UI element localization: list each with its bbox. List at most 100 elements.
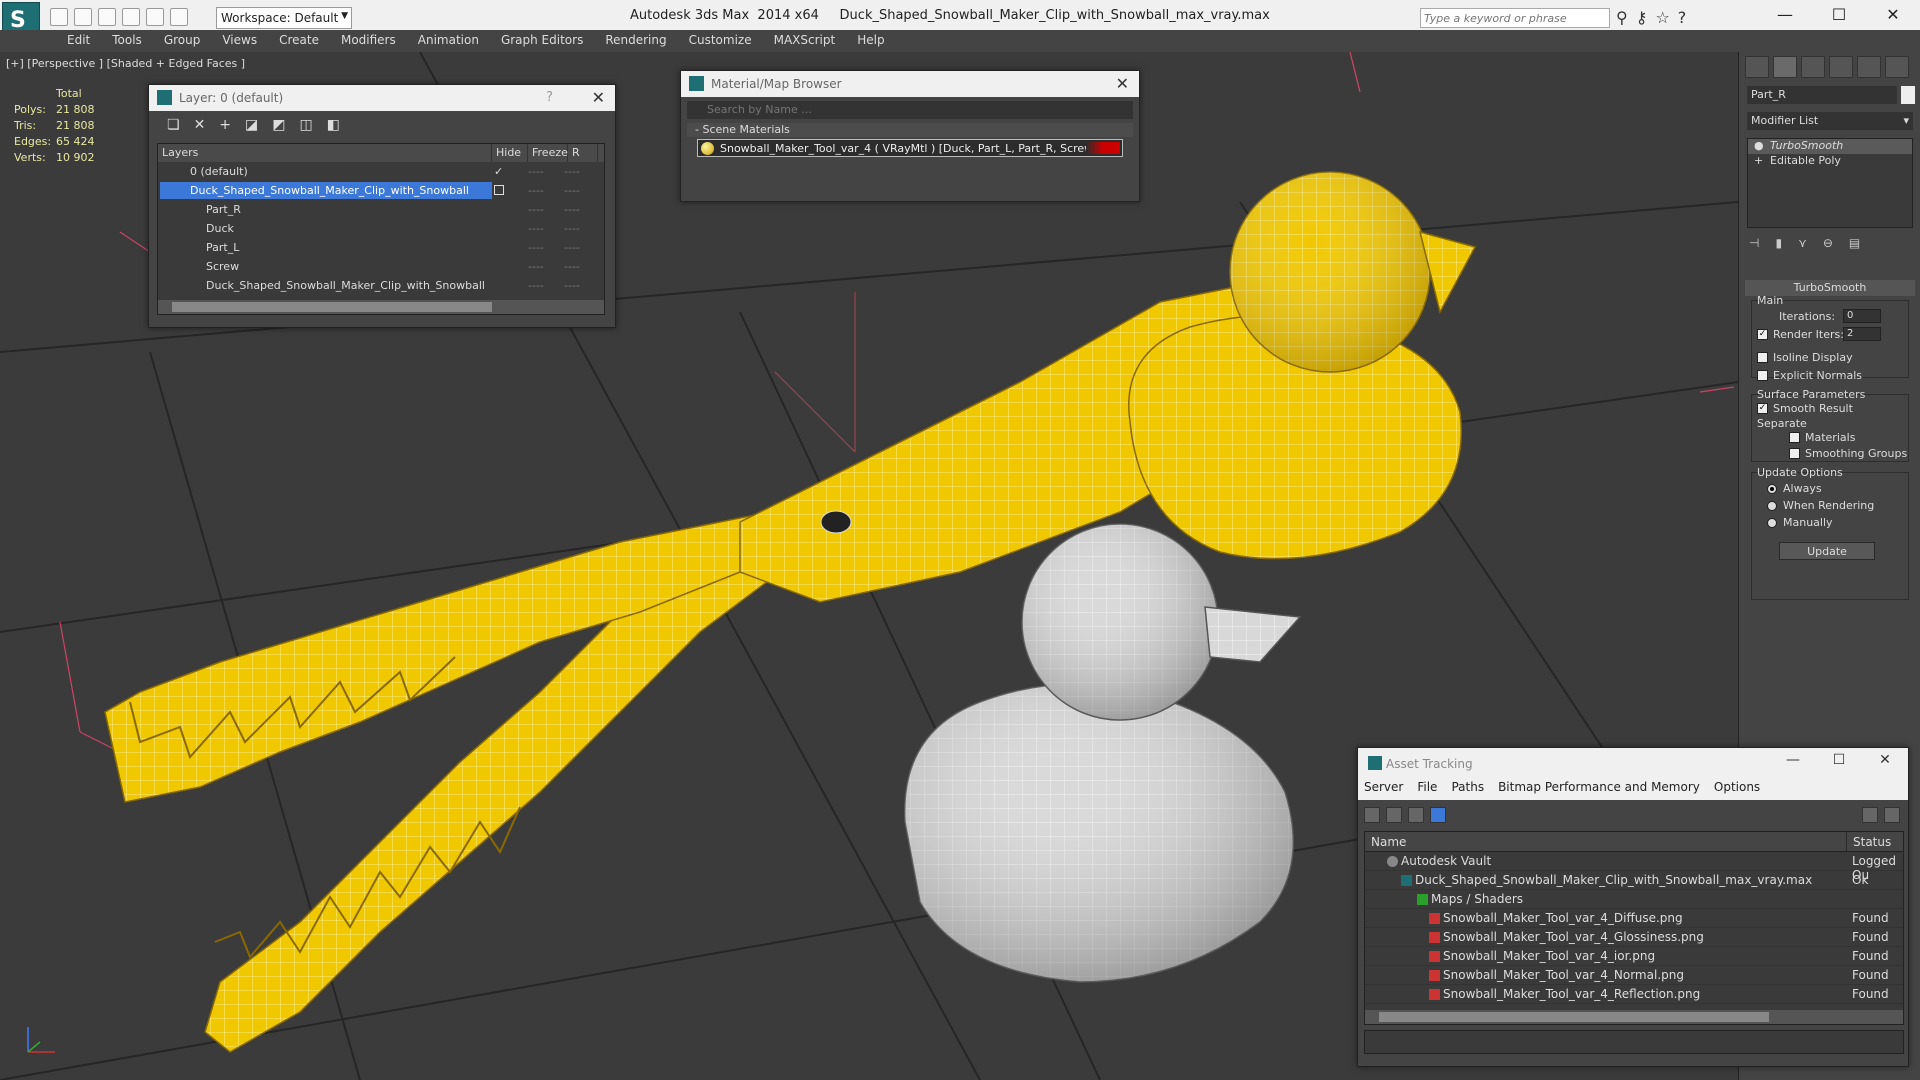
iterations-spinner[interactable]: 0 xyxy=(1843,309,1881,323)
list-view-icon[interactable] xyxy=(1386,807,1402,823)
explicit-normals-checkbox[interactable] xyxy=(1757,370,1768,381)
redo-icon[interactable] xyxy=(146,8,164,26)
freeze-toggle[interactable]: ---- xyxy=(564,203,580,216)
search-input[interactable] xyxy=(1424,12,1606,25)
freeze-toggle[interactable]: ---- xyxy=(564,222,580,235)
menu-animation[interactable]: Animation xyxy=(407,30,490,52)
asset-row[interactable]: Snowball_Maker_Tool_var_4_Glossiness.png… xyxy=(1365,928,1903,947)
col-hide[interactable]: Hide xyxy=(492,144,528,162)
select-objects-icon[interactable]: ◪ xyxy=(245,117,258,133)
scrollbar-thumb[interactable] xyxy=(1379,1012,1769,1022)
menu-bitmap-performance[interactable]: Bitmap Performance and Memory xyxy=(1498,780,1700,800)
menu-tools[interactable]: Tools xyxy=(101,30,153,52)
menu-maxscript[interactable]: MAXScript xyxy=(763,30,847,52)
object-row[interactable]: Part_L ---- ---- xyxy=(158,238,604,257)
asset-path-bar[interactable] xyxy=(1364,1030,1904,1054)
asset-row[interactable]: Maps / Shaders xyxy=(1365,890,1903,909)
hide-toggle[interactable]: ---- xyxy=(528,241,544,254)
create-tab-icon[interactable] xyxy=(1745,56,1769,78)
close-icon[interactable]: ✕ xyxy=(1866,0,1920,30)
object-row[interactable]: Duck ---- ---- xyxy=(158,219,604,238)
asset-tracking-titlebar[interactable]: Asset Tracking — ☐ ✕ xyxy=(1358,748,1908,780)
hierarchy-tab-icon[interactable] xyxy=(1801,56,1825,78)
scrollbar-thumb[interactable] xyxy=(172,302,492,312)
project-folder-icon[interactable] xyxy=(170,8,188,26)
horizontal-scrollbar[interactable] xyxy=(1365,1010,1903,1024)
refresh-icon[interactable] xyxy=(1364,807,1380,823)
menu-file[interactable]: File xyxy=(1417,780,1437,800)
save-file-icon[interactable] xyxy=(98,8,116,26)
help-icon[interactable] xyxy=(1862,807,1878,823)
detail-view-icon[interactable] xyxy=(1408,807,1424,823)
menu-server[interactable]: Server xyxy=(1364,780,1403,800)
show-end-result-icon[interactable]: ▮ xyxy=(1775,236,1782,250)
lightbulb-icon[interactable]: ● xyxy=(1754,139,1764,152)
freeze-toggle[interactable]: ---- xyxy=(564,241,580,254)
menu-rendering[interactable]: Rendering xyxy=(594,30,677,52)
materials-checkbox[interactable] xyxy=(1789,432,1800,443)
col-layers[interactable]: Layers xyxy=(158,144,492,162)
maximize-icon[interactable]: ☐ xyxy=(1812,0,1866,30)
undo-icon[interactable] xyxy=(122,8,140,26)
viewport-label[interactable]: [+] [Perspective ] [Shaded + Edged Faces… xyxy=(6,57,245,70)
hide-toggle[interactable]: ---- xyxy=(528,165,544,178)
smoothing-groups-checkbox[interactable] xyxy=(1789,448,1800,459)
modify-tab-icon[interactable] xyxy=(1773,56,1797,78)
asset-row[interactable]: Duck_Shaped_Snowball_Maker_Clip_with_Sno… xyxy=(1365,871,1903,890)
search-field[interactable] xyxy=(1420,8,1610,28)
asset-row[interactable]: Snowball_Maker_Tool_var_4_Normal.png Fou… xyxy=(1365,966,1903,985)
minimize-icon[interactable]: — xyxy=(1770,752,1816,768)
layer-dialog-titlebar[interactable]: Layer: 0 (default) ? ✕ xyxy=(149,85,615,111)
menu-customize[interactable]: Customize xyxy=(678,30,763,52)
manually-radio[interactable] xyxy=(1767,518,1777,528)
material-search-input[interactable] xyxy=(707,103,1113,116)
object-color-swatch[interactable] xyxy=(1901,86,1915,104)
menu-options[interactable]: Options xyxy=(1714,780,1760,800)
pin-stack-icon[interactable]: ⊣ xyxy=(1749,236,1759,250)
highlight-layer-icon[interactable]: ◩ xyxy=(272,117,285,133)
menu-views[interactable]: Views xyxy=(211,30,268,52)
binoculars-icon[interactable]: ⚲ xyxy=(1616,8,1628,27)
key-icon[interactable]: ⚷ xyxy=(1636,8,1648,27)
menu-create[interactable]: Create xyxy=(268,30,330,52)
hide-toggle[interactable]: ---- xyxy=(528,203,544,216)
freeze-toggle[interactable]: ---- xyxy=(564,165,580,178)
menu-graph-editors[interactable]: Graph Editors xyxy=(490,30,594,52)
remove-modifier-icon[interactable]: ⊖ xyxy=(1823,236,1833,250)
menu-edit[interactable]: Edit xyxy=(56,30,101,52)
col-status[interactable]: Status xyxy=(1847,832,1897,851)
configure-sets-icon[interactable]: ▤ xyxy=(1849,236,1860,250)
freeze-toggle[interactable]: ---- xyxy=(564,184,580,197)
utilities-tab-icon[interactable] xyxy=(1885,56,1909,78)
update-button[interactable]: Update xyxy=(1779,542,1875,560)
expand-icon[interactable]: + xyxy=(1754,154,1763,167)
help-icon[interactable]: ? xyxy=(1678,8,1687,27)
asset-row[interactable]: Autodesk Vault Logged Ou xyxy=(1365,852,1903,882)
maximize-icon[interactable]: ☐ xyxy=(1816,752,1862,768)
modifier-list-dropdown[interactable]: Modifier List ▾ xyxy=(1747,112,1913,130)
layer-row[interactable]: 0 (default) ✓ ---- ---- xyxy=(158,162,604,181)
object-name-field[interactable]: Part_R xyxy=(1747,86,1897,104)
object-row[interactable]: Part_R ---- ---- xyxy=(158,200,604,219)
object-row[interactable]: Duck_Shaped_Snowball_Maker_Clip_with_Sno… xyxy=(158,276,604,295)
freeze-all-icon[interactable]: ◧ xyxy=(327,117,340,133)
render-iters-spinner[interactable]: 2 xyxy=(1843,327,1881,341)
settings-icon[interactable] xyxy=(1884,807,1900,823)
hide-toggle[interactable]: ---- xyxy=(528,279,544,292)
material-search-field[interactable] xyxy=(687,101,1133,119)
col-name[interactable]: Name xyxy=(1365,832,1847,851)
hide-toggle[interactable]: ---- xyxy=(528,260,544,273)
star-icon[interactable]: ☆ xyxy=(1655,8,1669,27)
isoline-display-checkbox[interactable] xyxy=(1757,352,1768,363)
layer-row-selected[interactable]: Duck_Shaped_Snowball_Maker_Clip_with_Sno… xyxy=(158,181,604,200)
close-icon[interactable]: ✕ xyxy=(592,88,605,107)
material-browser-titlebar[interactable]: Material/Map Browser ✕ xyxy=(681,71,1139,97)
menu-modifiers[interactable]: Modifiers xyxy=(330,30,407,52)
hide-all-icon[interactable]: ◫ xyxy=(300,117,313,133)
col-freeze[interactable]: Freeze xyxy=(528,144,568,162)
help-icon[interactable]: ? xyxy=(546,90,553,105)
current-layer-checkbox[interactable] xyxy=(494,185,504,195)
smooth-result-checkbox[interactable]: ✓ xyxy=(1757,403,1768,414)
stack-item-turbosmooth[interactable]: ● TurboSmooth xyxy=(1748,139,1912,154)
menu-paths[interactable]: Paths xyxy=(1451,780,1484,800)
